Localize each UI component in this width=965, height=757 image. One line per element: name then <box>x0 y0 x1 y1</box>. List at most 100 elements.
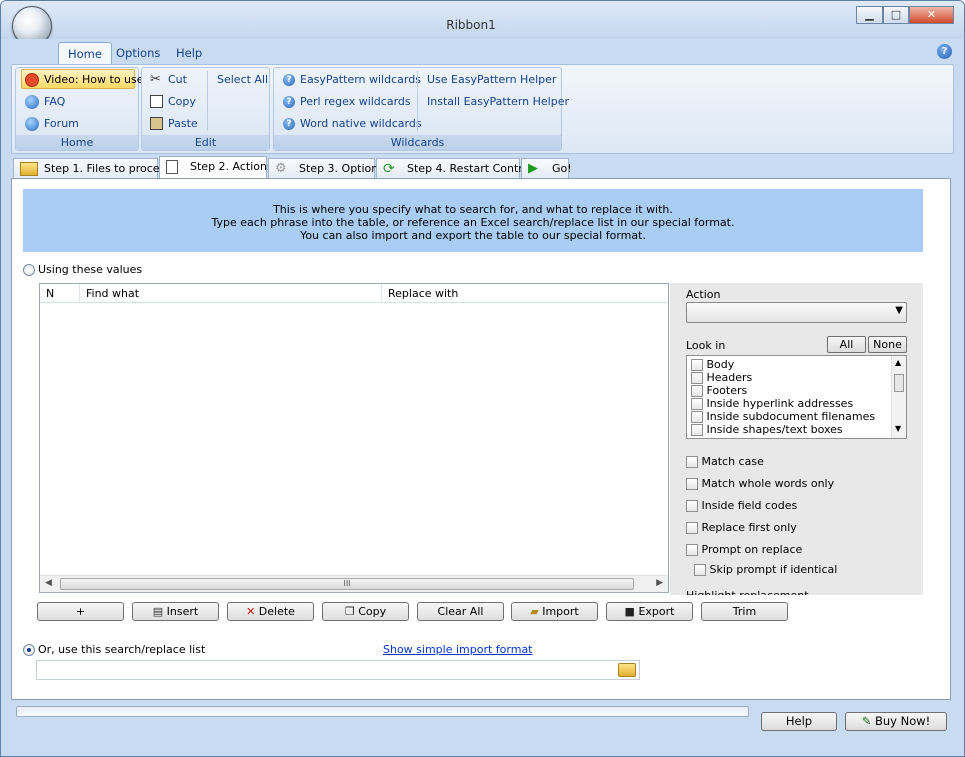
checkbox[interactable] <box>686 500 698 512</box>
step-1-label: Step 1. Files to process <box>44 162 171 175</box>
maximize-button[interactable]: □ <box>883 6 909 24</box>
grid-header: N Find what Replace with <box>40 284 668 303</box>
list-file-path-input[interactable] <box>36 660 640 680</box>
column-header-n[interactable]: N <box>40 284 80 303</box>
insert-button[interactable]: ▤ Insert <box>132 602 219 621</box>
look-in-item-label: Inside shapes/text boxes <box>706 423 843 436</box>
forum-button[interactable]: Forum <box>25 115 79 133</box>
tab-go[interactable]: ▶ Go! <box>521 158 572 179</box>
use-easypattern-helper-button[interactable]: Use EasyPattern Helper <box>427 71 556 89</box>
document-icon <box>166 160 178 174</box>
cut-label: Cut <box>168 73 187 86</box>
info-line-2: Type each phrase into the table, or refe… <box>211 216 735 229</box>
copy-rows-button[interactable]: ❐ Copy <box>322 602 409 621</box>
browse-folder-icon[interactable] <box>618 663 636 677</box>
scroll-down-icon[interactable]: ▼ <box>895 424 901 433</box>
look-in-list[interactable]: Body Headers Footers Inside hyperlink ad… <box>686 355 907 439</box>
horizontal-scrollbar[interactable]: ◀ III ▶ <box>40 575 668 592</box>
export-button[interactable]: ■ Export <box>606 602 693 621</box>
paste-button[interactable]: Paste <box>150 115 198 133</box>
info-line-3: You can also import and export the table… <box>300 229 646 242</box>
question-icon: ? <box>283 74 295 86</box>
ribbon-tab-options[interactable]: Options <box>107 42 169 65</box>
checkbox[interactable] <box>691 372 703 384</box>
video-how-to-use-button[interactable]: Video: How to use <box>25 71 144 89</box>
group-label: Wildcards <box>274 135 561 150</box>
checkbox[interactable] <box>691 359 703 371</box>
action-dropdown[interactable]: ▼ <box>686 302 907 323</box>
copy-button[interactable]: Copy <box>150 93 196 111</box>
ribbon-tab-help[interactable]: Help <box>167 42 211 65</box>
option-label: Match case <box>701 455 764 468</box>
column-header-replace-with[interactable]: Replace with <box>382 284 668 303</box>
select-all-button[interactable]: Select All <box>217 71 268 89</box>
look-in-item[interactable]: Inside shapes/text boxes <box>691 423 843 436</box>
look-in-item[interactable]: Inside subdocument filenames <box>691 410 875 423</box>
scroll-right-icon[interactable]: ▶ <box>656 578 663 588</box>
checkbox[interactable] <box>694 564 706 576</box>
tab-step-2[interactable]: Step 2. Actions <box>159 156 273 180</box>
checkbox[interactable] <box>691 411 703 423</box>
prompt-on-replace-option[interactable]: Prompt on replace <box>686 542 802 558</box>
minimize-button[interactable]: ▁ <box>856 6 883 24</box>
look-in-item[interactable]: Inside hyperlink addresses <box>691 397 853 410</box>
skip-prompt-option[interactable]: Skip prompt if identical <box>694 562 837 578</box>
clear-all-button[interactable]: Clear All <box>417 602 504 621</box>
import-button[interactable]: ▰ Import <box>511 602 598 621</box>
perl-regex-wildcards-button[interactable]: ? Perl regex wildcards <box>283 93 411 111</box>
faq-button[interactable]: FAQ <box>25 93 65 111</box>
checkbox[interactable] <box>691 385 703 397</box>
column-header-find-what[interactable]: Find what <box>80 284 382 303</box>
highlight-replacement-partial-label: Highlight replacement <box>686 588 916 595</box>
add-row-button[interactable]: + <box>37 602 124 621</box>
match-case-option[interactable]: Match case <box>686 454 764 470</box>
tab-step-3[interactable]: ⚙ Step 3. Options <box>268 158 384 179</box>
look-in-item[interactable]: Body <box>691 358 734 371</box>
scrollbar-thumb[interactable] <box>894 374 904 392</box>
install-easypattern-helper-button[interactable]: Install EasyPattern Helper <box>427 93 569 111</box>
easypattern-wildcards-button[interactable]: ? EasyPattern wildcards <box>283 71 421 89</box>
use-list-radio[interactable] <box>23 644 35 656</box>
word-native-wildcards-button[interactable]: ? Word native wildcards <box>283 115 422 133</box>
look-in-none-button[interactable]: None <box>868 336 907 353</box>
help-icon[interactable]: ? <box>937 44 952 59</box>
tab-step-1[interactable]: Step 1. Files to process <box>13 158 171 179</box>
replace-first-only-option[interactable]: Replace first only <box>686 520 797 536</box>
look-in-all-button[interactable]: All <box>827 336 866 353</box>
delete-label: Delete <box>258 605 295 618</box>
help-button[interactable]: Help <box>761 712 837 731</box>
gear-icon: ⚙ <box>275 161 287 176</box>
scroll-left-icon[interactable]: ◀ <box>45 578 52 588</box>
checkbox[interactable] <box>691 424 703 436</box>
checkbox[interactable] <box>691 398 703 410</box>
delete-button[interactable]: ✕ Delete <box>227 602 314 621</box>
look-in-item[interactable]: Headers <box>691 371 752 384</box>
group-divider <box>207 71 208 131</box>
refresh-icon: ⟳ <box>383 161 395 177</box>
scrollbar-thumb[interactable]: III <box>60 578 634 590</box>
search-replace-grid[interactable]: N Find what Replace with ◀ III ▶ <box>39 283 669 593</box>
look-in-scrollbar[interactable]: ▲ ▼ <box>891 356 906 438</box>
faq-label: FAQ <box>44 95 66 108</box>
tab-step-4[interactable]: ⟳ Step 4. Restart Control <box>376 158 532 179</box>
close-button[interactable]: ✕ <box>909 6 954 24</box>
match-whole-words-option[interactable]: Match whole words only <box>686 476 834 492</box>
show-import-format-link[interactable]: Show simple import format <box>383 643 533 656</box>
checkbox[interactable] <box>686 456 698 468</box>
trim-button[interactable]: Trim <box>701 602 788 621</box>
action-label: Action <box>686 288 721 301</box>
checkbox[interactable] <box>686 544 698 556</box>
ribbon-tab-home[interactable]: Home <box>58 42 112 65</box>
inside-field-codes-option[interactable]: Inside field codes <box>686 498 797 514</box>
delete-x-icon: ✕ <box>246 605 256 618</box>
checkbox[interactable] <box>686 478 698 490</box>
buy-now-button[interactable]: ✎ Buy Now! <box>845 712 947 731</box>
using-values-radio[interactable] <box>23 264 35 276</box>
progress-bar <box>16 706 749 717</box>
scissors-icon: ✂ <box>150 72 161 87</box>
scroll-up-icon[interactable]: ▲ <box>895 358 901 367</box>
look-in-item[interactable]: Footers <box>691 384 747 397</box>
cut-button[interactable]: ✂ Cut <box>150 71 187 89</box>
look-in-item-label: Headers <box>706 371 753 384</box>
checkbox[interactable] <box>686 522 698 534</box>
